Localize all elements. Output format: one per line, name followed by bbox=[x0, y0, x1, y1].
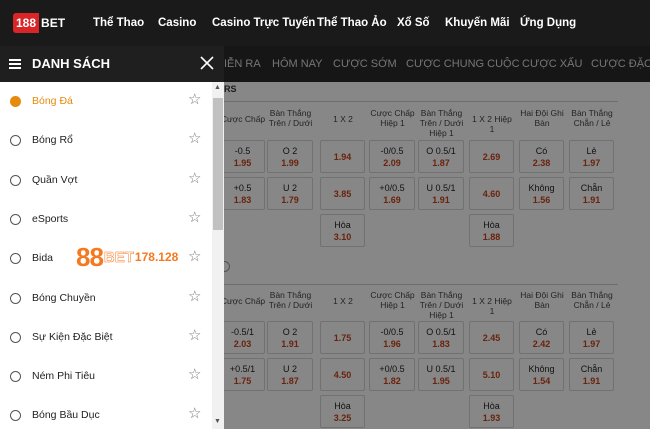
favorite-star-icon[interactable]: ☆ bbox=[188, 171, 201, 186]
sport-item[interactable]: eSports ☆ bbox=[0, 200, 212, 239]
basketball-icon bbox=[10, 135, 21, 147]
logo-text: BET bbox=[41, 16, 66, 30]
sport-item[interactable]: Bóng Bầu Dục ☆ bbox=[0, 396, 212, 429]
sport-item[interactable]: Sự Kiện Đặc Biệt ☆ bbox=[0, 318, 212, 357]
topnav-item[interactable]: Thể Thao bbox=[93, 0, 144, 46]
topnav-item[interactable]: Casino bbox=[158, 0, 196, 46]
sport-label: eSports bbox=[32, 212, 69, 225]
topnav-item[interactable]: Ứng Dụng bbox=[520, 0, 576, 46]
favorite-star-icon[interactable]: ☆ bbox=[188, 367, 201, 382]
topnav-item[interactable]: Khuyến Mãi bbox=[445, 0, 510, 46]
favorite-star-icon[interactable]: ☆ bbox=[188, 92, 201, 107]
sport-label: Bóng Bầu Dục bbox=[32, 409, 100, 422]
close-icon[interactable] bbox=[199, 55, 215, 71]
esports-icon bbox=[10, 213, 21, 225]
trophy-icon bbox=[10, 331, 21, 343]
darts-icon bbox=[10, 371, 21, 383]
menu-icon bbox=[9, 59, 21, 69]
watermark-logo: 88 BET 178.128 bbox=[76, 239, 178, 275]
sport-item[interactable]: Bóng Rổ ☆ bbox=[0, 121, 212, 160]
sport-label: Ném Phi Tiêu bbox=[32, 370, 96, 383]
sport-label: Bóng Đá bbox=[32, 95, 73, 107]
favorite-star-icon[interactable]: ☆ bbox=[188, 249, 201, 264]
watermark-suffix: 178.128 bbox=[134, 250, 179, 264]
billiards-icon bbox=[10, 253, 21, 265]
tennis-icon bbox=[10, 174, 21, 186]
favorite-star-icon[interactable]: ☆ bbox=[188, 210, 201, 225]
sport-item[interactable]: Ném Phi Tiêu ☆ bbox=[0, 357, 212, 396]
watermark-bet: BET bbox=[103, 248, 135, 266]
sport-label: Bóng Rổ bbox=[32, 134, 73, 147]
topnav-item[interactable]: Thể Thao Ảo bbox=[317, 0, 387, 46]
sports-list-panel: DANH SÁCH Bóng Đá ☆ Bóng Rổ ☆ Quần Vợt ☆ eSpor… bbox=[0, 46, 224, 429]
topnav-item[interactable]: Casino Trực Tuyến bbox=[212, 0, 315, 46]
sport-label: Quần Vợt bbox=[32, 173, 78, 186]
watermark-number: 88 bbox=[76, 241, 104, 272]
scroll-down-icon[interactable]: ▼ bbox=[214, 418, 221, 425]
sport-label: Bóng Chuyền bbox=[32, 291, 96, 304]
topnav-item[interactable]: Xổ Số bbox=[397, 0, 430, 46]
scrollbar-thumb[interactable] bbox=[213, 98, 223, 230]
top-navbar: 188 BET Thể Thao Casino Casino Trực Tuyến T… bbox=[0, 0, 650, 46]
rugby-icon bbox=[10, 410, 21, 422]
favorite-star-icon[interactable]: ☆ bbox=[188, 406, 201, 421]
panel-header: DANH SÁCH bbox=[0, 46, 224, 82]
site-logo[interactable]: 188 BET bbox=[13, 13, 67, 33]
sport-item[interactable]: Quần Vợt ☆ bbox=[0, 161, 212, 200]
scroll-up-icon[interactable]: ▲ bbox=[214, 84, 221, 91]
sport-label: Sự Kiện Đặc Biệt bbox=[32, 330, 113, 343]
favorite-star-icon[interactable]: ☆ bbox=[188, 289, 201, 304]
panel-title: DANH SÁCH bbox=[32, 56, 110, 71]
favorite-star-icon[interactable]: ☆ bbox=[188, 131, 201, 146]
sport-label: Bida bbox=[32, 252, 54, 265]
sport-item[interactable]: Bóng Chuyền ☆ bbox=[0, 279, 212, 318]
favorite-star-icon[interactable]: ☆ bbox=[188, 328, 201, 343]
sport-item[interactable]: Bóng Đá ☆ bbox=[0, 82, 212, 121]
soccer-icon bbox=[10, 96, 21, 107]
volleyball-icon bbox=[10, 292, 21, 304]
logo-number: 188 bbox=[13, 13, 40, 33]
